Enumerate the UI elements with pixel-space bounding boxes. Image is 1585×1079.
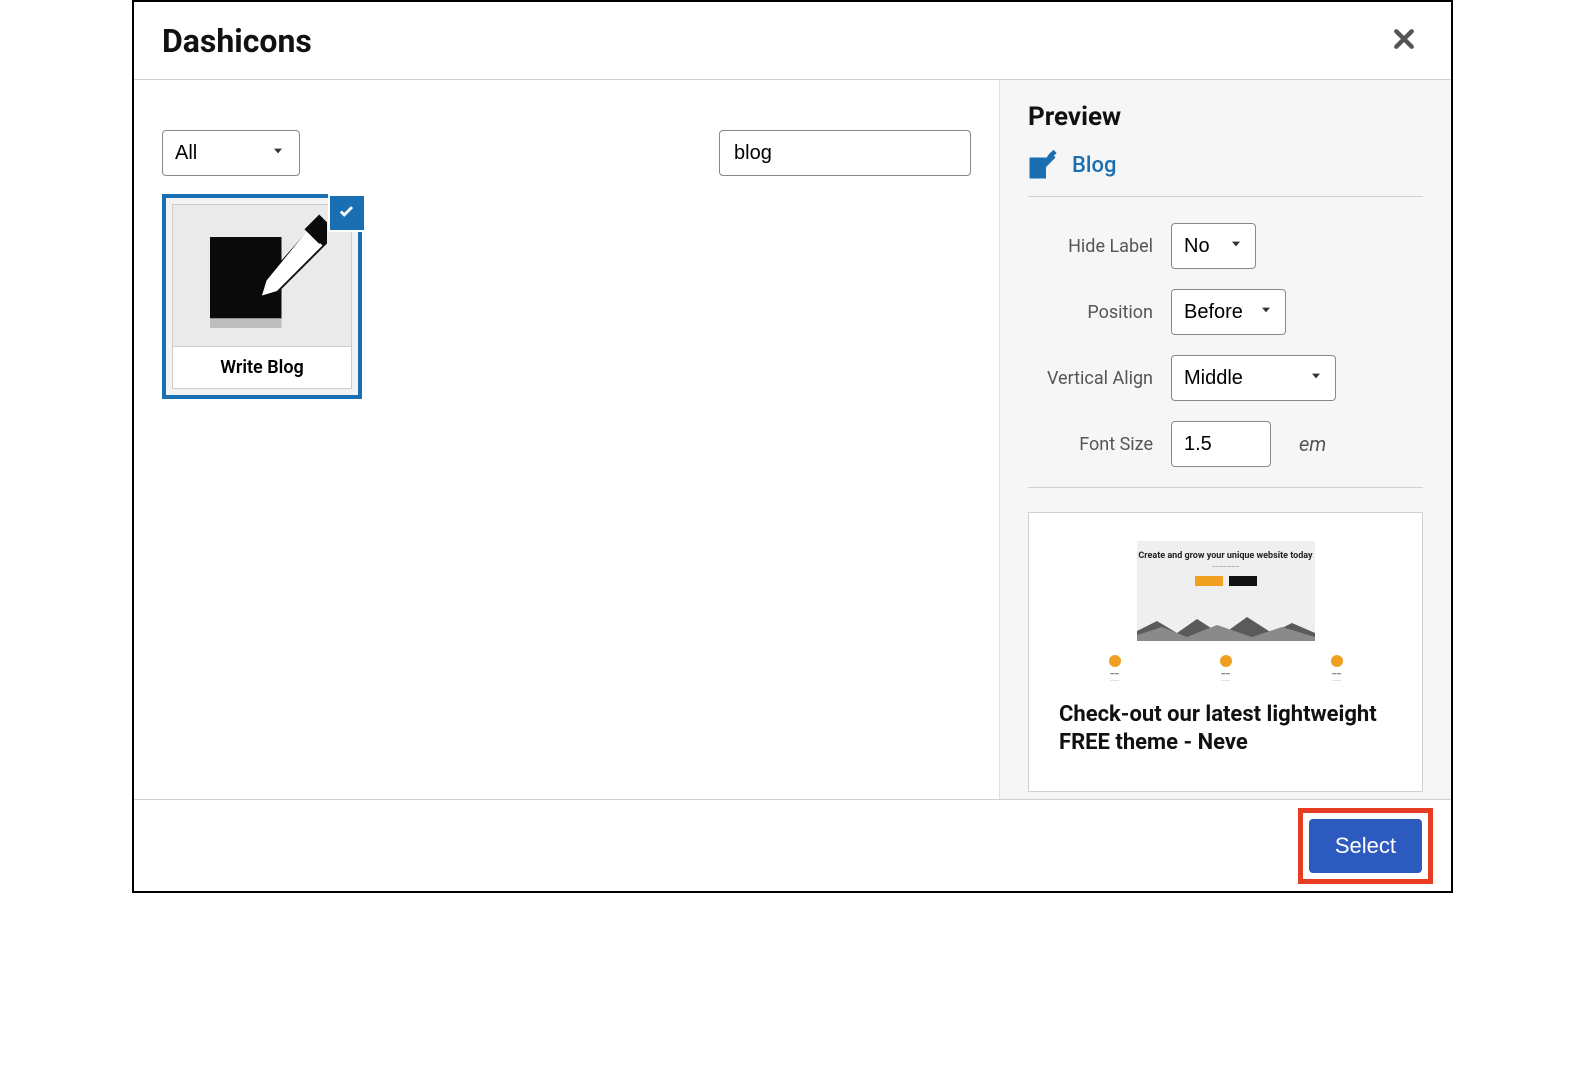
vertical-align-label: Vertical Align <box>1028 368 1153 389</box>
promo-hero-cta-secondary <box>1229 576 1257 586</box>
dialog-title: Dashicons <box>162 22 312 60</box>
font-size-label: Font Size <box>1028 434 1153 455</box>
write-blog-icon <box>172 204 352 347</box>
position-select[interactable]: Before <box>1171 289 1286 335</box>
font-size-unit: em <box>1299 432 1326 456</box>
mountains-icon <box>1137 613 1315 641</box>
promo-card: Create and grow your unique website toda… <box>1028 512 1423 792</box>
icon-browser-panel: All <box>134 80 999 799</box>
select-button[interactable]: Select <box>1309 819 1422 873</box>
promo-hero-title: Create and grow your unique website toda… <box>1138 551 1312 562</box>
write-blog-icon <box>1028 150 1058 180</box>
divider <box>1028 487 1423 488</box>
vertical-align-select[interactable]: Middle <box>1171 355 1336 401</box>
hide-label-select[interactable]: No <box>1171 223 1256 269</box>
select-button-highlight: Select <box>1298 808 1433 884</box>
icon-search-input[interactable] <box>719 130 971 176</box>
preview-menu-label: Blog <box>1072 153 1116 178</box>
hide-label-label: Hide Label <box>1028 236 1153 257</box>
position-label: Position <box>1028 302 1153 323</box>
close-icon[interactable] <box>1385 20 1423 61</box>
preview-panel: Preview Blog Hide Label No <box>999 80 1451 799</box>
font-size-input[interactable] <box>1171 421 1271 467</box>
dialog-footer: Select <box>134 799 1451 891</box>
dialog-header: Dashicons <box>134 2 1451 80</box>
promo-headline: Check-out our latest lightweight FREE th… <box>1059 701 1392 756</box>
icon-card-label: Write Blog <box>172 347 352 389</box>
preview-heading: Preview <box>1028 102 1423 132</box>
promo-hero-image: Create and grow your unique website toda… <box>1137 541 1315 641</box>
promo-hero-subtitle: ——————— <box>1212 564 1239 570</box>
promo-hero-cta-primary <box>1195 576 1223 586</box>
category-filter-select[interactable]: All <box>162 130 300 176</box>
selected-check-icon <box>328 194 366 232</box>
promo-features: ————— ————— ————— <box>1059 655 1392 683</box>
icon-card-write-blog[interactable]: Write Blog <box>162 194 362 399</box>
preview-menu-item: Blog <box>1028 150 1423 197</box>
